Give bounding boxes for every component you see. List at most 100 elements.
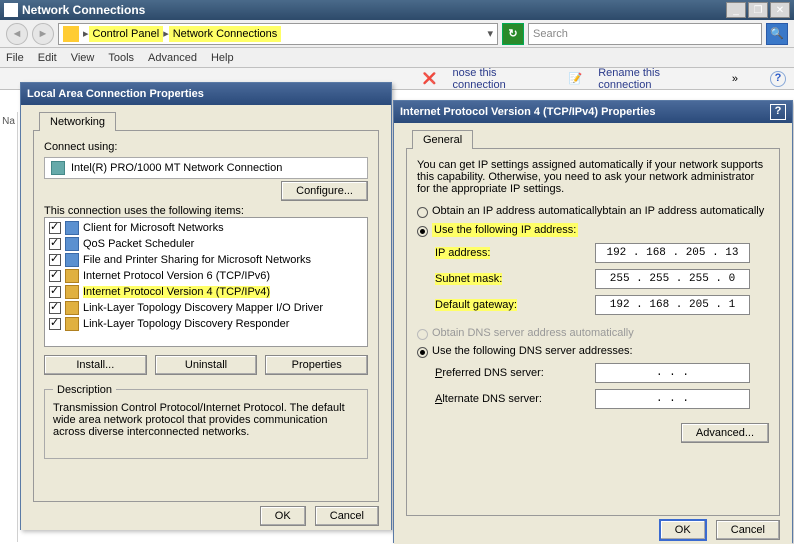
list-item[interactable]: File and Printer Sharing for Microsoft N… (47, 252, 365, 268)
lac-titlebar[interactable]: Local Area Connection Properties (21, 83, 391, 105)
checkbox[interactable] (49, 270, 61, 282)
ip-manual-option[interactable]: Use the following IP address: (417, 223, 769, 237)
rename-link[interactable]: Rename this connection (598, 67, 716, 91)
list-item[interactable]: Link-Layer Topology Discovery Responder (47, 316, 365, 332)
refresh-button[interactable]: ↻ (502, 23, 524, 45)
breadcrumb[interactable]: ▸ Control Panel ▸ Network Connections ▾ (58, 23, 498, 45)
search-placeholder: Search (533, 28, 568, 40)
folder-icon (63, 26, 79, 42)
list-item[interactable]: Client for Microsoft Networks (47, 220, 365, 236)
menu-edit[interactable]: Edit (38, 52, 57, 64)
forward-button[interactable]: ► (32, 23, 54, 45)
ip-auto-option[interactable]: Obtain an IP address automaticallybtain … (417, 205, 769, 217)
checkbox[interactable] (49, 286, 61, 298)
dns-auto-label: Obtain DNS server address automatically (432, 327, 634, 339)
description-text: Transmission Control Protocol/Internet P… (53, 402, 359, 438)
mask-label: Subnet mask: (435, 273, 502, 285)
gw-label: Default gateway: (435, 299, 517, 311)
ip-manual-label: Use the following IP address: (432, 223, 578, 237)
component-icon (65, 269, 79, 283)
default-gateway-input[interactable]: 192 . 168 . 205 . 1 (595, 295, 750, 315)
subnet-mask-input[interactable]: 255 . 255 . 255 . 0 (595, 269, 750, 289)
ipv4-titlebar[interactable]: Internet Protocol Version 4 (TCP/IPv4) P… (394, 101, 792, 123)
radio-icon[interactable] (417, 207, 428, 218)
items-label: This connection uses the following items… (44, 205, 368, 217)
menu-help[interactable]: Help (211, 52, 234, 64)
diagnose-link[interactable]: nose this connection (453, 67, 553, 91)
properties-button[interactable]: Properties (265, 355, 368, 375)
lac-properties-dialog: Local Area Connection Properties Network… (20, 82, 392, 530)
list-item[interactable]: Internet Protocol Version 6 (TCP/IPv6) (47, 268, 365, 284)
component-icon (65, 237, 79, 251)
rename-icon: 📝 (569, 72, 583, 85)
cancel-button[interactable]: Cancel (315, 506, 379, 526)
advanced-button[interactable]: Advanced... (681, 423, 769, 443)
list-item[interactable]: Link-Layer Topology Discovery Mapper I/O… (47, 300, 365, 316)
ipv4-properties-dialog: Internet Protocol Version 4 (TCP/IPv4) P… (393, 100, 793, 543)
ok-button[interactable]: OK (659, 519, 707, 541)
minimize-button[interactable]: _ (726, 2, 746, 18)
install-button[interactable]: Install... (44, 355, 147, 375)
radio-icon (417, 329, 428, 340)
close-button[interactable]: ✕ (770, 2, 790, 18)
search-button[interactable]: 🔍 (766, 23, 788, 45)
list-item[interactable]: QoS Packet Scheduler (47, 236, 365, 252)
adapter-name: Intel(R) PRO/1000 MT Network Connection (71, 162, 282, 174)
menu-view[interactable]: View (71, 52, 95, 64)
list-item-label: Internet Protocol Version 4 (TCP/IPv4) (83, 286, 270, 298)
configure-button[interactable]: Configure... (281, 181, 368, 201)
dns1-label: Preferred DNS server: (435, 367, 595, 379)
description-title: Description (53, 384, 116, 396)
breadcrumb-part-1[interactable]: Control Panel (89, 26, 164, 42)
cancel-button[interactable]: Cancel (716, 520, 780, 540)
checkbox[interactable] (49, 238, 61, 250)
restore-button[interactable]: ❐ (748, 2, 768, 18)
checkbox[interactable] (49, 254, 61, 266)
uninstall-button[interactable]: Uninstall (155, 355, 258, 375)
list-item-label: QoS Packet Scheduler (83, 238, 194, 250)
help-button[interactable]: ? (770, 104, 786, 120)
overflow-button[interactable]: » (732, 73, 738, 85)
radio-icon[interactable] (417, 226, 428, 237)
nav-bar: ◄ ► ▸ Control Panel ▸ Network Connection… (0, 20, 794, 48)
list-item-label: Link-Layer Topology Discovery Responder (83, 318, 289, 330)
checkbox[interactable] (49, 302, 61, 314)
dns-manual-option[interactable]: Use the following DNS server addresses: (417, 345, 769, 357)
adapter-field[interactable]: Intel(R) PRO/1000 MT Network Connection (44, 157, 368, 179)
app-icon (4, 3, 18, 17)
intro-text: You can get IP settings assigned automat… (417, 159, 769, 195)
help-button[interactable]: ? (770, 71, 786, 87)
dns-auto-option: Obtain DNS server address automatically (417, 327, 769, 339)
checkbox[interactable] (49, 318, 61, 330)
checkbox[interactable] (49, 222, 61, 234)
search-input[interactable]: Search (528, 23, 762, 45)
menu-tools[interactable]: Tools (108, 52, 134, 64)
menu-file[interactable]: File (6, 52, 24, 64)
preferred-dns-input[interactable]: . . . (595, 363, 750, 383)
component-icon (65, 301, 79, 315)
list-item-label: File and Printer Sharing for Microsoft N… (83, 254, 311, 266)
back-button[interactable]: ◄ (6, 23, 28, 45)
component-icon (65, 253, 79, 267)
ip-label: IP address: (435, 247, 490, 259)
tab-networking[interactable]: Networking (39, 112, 116, 131)
alternate-dns-input[interactable]: . . . (595, 389, 750, 409)
ok-button[interactable]: OK (260, 506, 306, 526)
list-header-name: Na (0, 112, 18, 542)
tab-general[interactable]: General (412, 130, 473, 149)
diagnose-icon: ❌ (423, 72, 437, 85)
ip-address-input[interactable]: 192 . 168 . 205 . 13 (595, 243, 750, 263)
menu-advanced[interactable]: Advanced (148, 52, 197, 64)
connect-using-label: Connect using: (44, 141, 368, 153)
breadcrumb-part-2[interactable]: Network Connections (169, 26, 282, 42)
lac-title: Local Area Connection Properties (27, 88, 204, 100)
window-titlebar[interactable]: Network Connections _ ❐ ✕ (0, 0, 794, 20)
window-title: Network Connections (22, 3, 724, 17)
dns2-label: Alternate DNS server: (435, 393, 595, 405)
breadcrumb-dropdown-icon[interactable]: ▾ (487, 27, 493, 40)
list-item-ipv4[interactable]: Internet Protocol Version 4 (TCP/IPv4) (47, 284, 365, 300)
component-icon (65, 285, 79, 299)
radio-icon[interactable] (417, 347, 428, 358)
connection-items-list[interactable]: Client for Microsoft Networks QoS Packet… (44, 217, 368, 347)
ip-auto-label: Obtain an IP address automatically (432, 205, 602, 217)
